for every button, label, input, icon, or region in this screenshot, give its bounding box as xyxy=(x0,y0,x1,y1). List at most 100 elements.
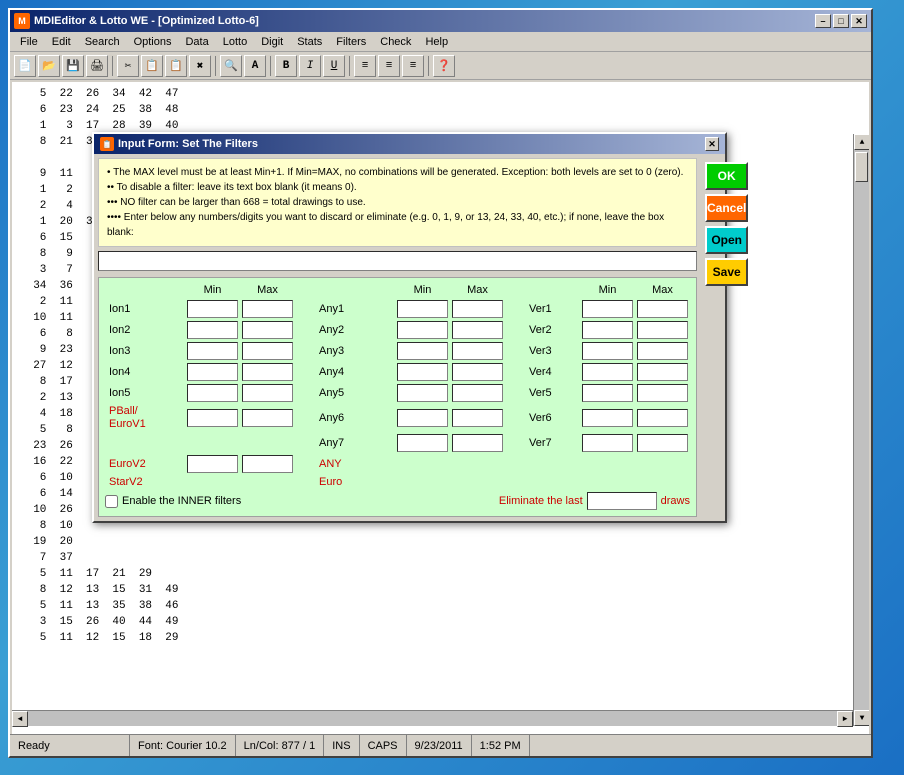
toolbar: 📄 📂 💾 🖨 ✂ 📋 📋 ✖ 🔍 A B I U ≡ ≡ ≡ ❓ xyxy=(10,52,871,80)
status-time: 1:52 PM xyxy=(472,735,530,756)
ver1-min-input[interactable] xyxy=(582,300,633,318)
find-button[interactable]: 🔍 xyxy=(220,55,242,77)
ver3-min-input[interactable] xyxy=(582,342,633,360)
save-button[interactable]: Save xyxy=(705,258,748,286)
eurov2-min-input[interactable] xyxy=(187,455,238,473)
ver4-max-input[interactable] xyxy=(637,363,688,381)
ver6-min-input[interactable] xyxy=(582,409,633,427)
any4-min-input[interactable] xyxy=(397,363,448,381)
minimize-button[interactable]: – xyxy=(815,14,831,28)
any2-min-input[interactable] xyxy=(397,321,448,339)
ion3-label: Ion3 xyxy=(105,345,185,357)
horizontal-scrollbar[interactable]: ◄ ► xyxy=(12,710,853,726)
any2-max-input[interactable] xyxy=(452,321,503,339)
vertical-scrollbar[interactable]: ▲ ▼ xyxy=(853,134,869,726)
menu-search[interactable]: Search xyxy=(79,34,126,50)
copy-button[interactable]: 📋 xyxy=(141,55,163,77)
menu-filters[interactable]: Filters xyxy=(330,34,372,50)
any3-min-input[interactable] xyxy=(397,342,448,360)
any4-max-input[interactable] xyxy=(452,363,503,381)
ver3-max-input[interactable] xyxy=(637,342,688,360)
underline-button[interactable]: U xyxy=(323,55,345,77)
any3-max-input[interactable] xyxy=(452,342,503,360)
align-right-button[interactable]: ≡ xyxy=(402,55,424,77)
scroll-left-button[interactable]: ◄ xyxy=(12,711,28,727)
cancel-button[interactable]: Cancel xyxy=(705,194,748,222)
scroll-thumb-v[interactable] xyxy=(855,152,868,182)
status-ins: INS xyxy=(324,735,359,756)
help-toolbar-button[interactable]: ❓ xyxy=(433,55,455,77)
dialog-close-button[interactable]: ✕ xyxy=(705,137,719,151)
menu-help[interactable]: Help xyxy=(419,34,454,50)
bold-button[interactable]: B xyxy=(275,55,297,77)
open-button[interactable]: Open xyxy=(705,226,748,254)
maximize-button[interactable]: □ xyxy=(833,14,849,28)
inner-filter-label[interactable]: Enable the INNER filters xyxy=(105,495,241,508)
paste-button[interactable]: 📋 xyxy=(165,55,187,77)
open-file-button[interactable]: 📂 xyxy=(38,55,60,77)
menu-lotto[interactable]: Lotto xyxy=(217,34,253,50)
any5-min-input[interactable] xyxy=(397,384,448,402)
ok-button[interactable]: OK xyxy=(705,162,748,190)
scroll-track-v[interactable] xyxy=(854,150,869,710)
ion3-max-input[interactable] xyxy=(242,342,293,360)
menu-edit[interactable]: Edit xyxy=(46,34,77,50)
scroll-down-button[interactable]: ▼ xyxy=(854,710,869,726)
pball-max-input[interactable] xyxy=(242,409,293,427)
eurov2-max-input[interactable] xyxy=(242,455,293,473)
italic-button[interactable]: I xyxy=(299,55,321,77)
ion1-max-input[interactable] xyxy=(242,300,293,318)
new-button[interactable]: 📄 xyxy=(14,55,36,77)
ver6-max-input[interactable] xyxy=(637,409,688,427)
ion2-max-input[interactable] xyxy=(242,321,293,339)
any6-min-input[interactable] xyxy=(397,409,448,427)
align-left-button[interactable]: ≡ xyxy=(354,55,376,77)
header-empty-1 xyxy=(105,284,185,296)
ver4-min-input[interactable] xyxy=(582,363,633,381)
any7-max-input[interactable] xyxy=(452,434,503,452)
ion4-min-input[interactable] xyxy=(187,363,238,381)
menu-check[interactable]: Check xyxy=(374,34,417,50)
any5-max-input[interactable] xyxy=(452,384,503,402)
scroll-up-button[interactable]: ▲ xyxy=(854,134,869,150)
ion1-min-input[interactable] xyxy=(187,300,238,318)
any6-max-input[interactable] xyxy=(452,409,503,427)
ion4-label: Ion4 xyxy=(105,366,185,378)
ver5-max-input[interactable] xyxy=(637,384,688,402)
any7-min-input[interactable] xyxy=(397,434,448,452)
any1-max-input[interactable] xyxy=(452,300,503,318)
delete-button[interactable]: ✖ xyxy=(189,55,211,77)
discard-input[interactable] xyxy=(98,251,697,271)
menu-data[interactable]: Data xyxy=(179,34,214,50)
ver1-max-input[interactable] xyxy=(637,300,688,318)
align-center-button[interactable]: ≡ xyxy=(378,55,400,77)
close-button[interactable]: ✕ xyxy=(851,14,867,28)
ion3-min-input[interactable] xyxy=(187,342,238,360)
ion5-max-input[interactable] xyxy=(242,384,293,402)
ver2-max-input[interactable] xyxy=(637,321,688,339)
ver5-min-input[interactable] xyxy=(582,384,633,402)
menu-file[interactable]: File xyxy=(14,34,44,50)
menu-options[interactable]: Options xyxy=(128,34,178,50)
print-button[interactable]: 🖨 xyxy=(86,55,108,77)
cut-button[interactable]: ✂ xyxy=(117,55,139,77)
any1-min-input[interactable] xyxy=(397,300,448,318)
scroll-right-button[interactable]: ► xyxy=(837,711,853,727)
header-sep-2 xyxy=(505,284,525,296)
ion4-max-input[interactable] xyxy=(242,363,293,381)
ver7-max-input[interactable] xyxy=(637,434,688,452)
menu-stats[interactable]: Stats xyxy=(291,34,328,50)
scroll-track-h[interactable] xyxy=(28,711,837,726)
menu-digit[interactable]: Digit xyxy=(255,34,289,50)
info-line-3: ••• NO filter can be larger than 668 = t… xyxy=(107,197,366,208)
ion5-min-input[interactable] xyxy=(187,384,238,402)
ver7-min-input[interactable] xyxy=(582,434,633,452)
eliminate-input[interactable] xyxy=(587,492,657,510)
ver2-min-input[interactable] xyxy=(582,321,633,339)
inner-filter-checkbox[interactable] xyxy=(105,495,118,508)
ion2-min-input[interactable] xyxy=(187,321,238,339)
pball-min-input[interactable] xyxy=(187,409,238,427)
font-button[interactable]: A xyxy=(244,55,266,77)
save-file-button[interactable]: 💾 xyxy=(62,55,84,77)
any-euro-label: ANY xyxy=(315,458,395,470)
